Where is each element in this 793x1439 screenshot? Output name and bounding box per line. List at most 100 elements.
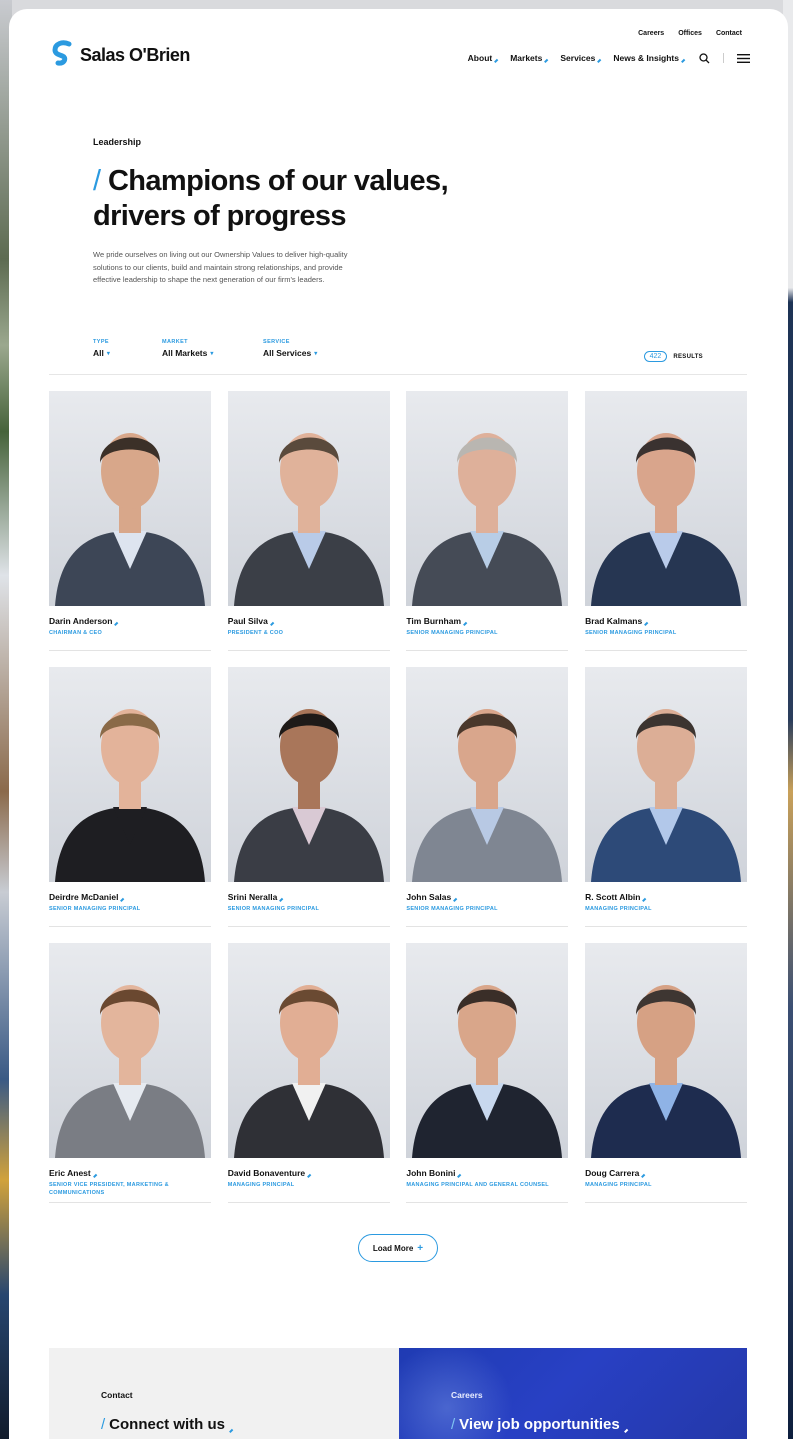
person-name: Deirdre McDaniel xyxy=(49,892,211,902)
caret-down-icon: ▾ xyxy=(314,350,318,357)
utility-link-contact[interactable]: Contact xyxy=(716,30,742,37)
person-photo xyxy=(585,667,748,882)
person-card[interactable]: Eric Anest Senior Vice President, Marketi… xyxy=(49,943,211,1203)
filter-type[interactable]: TYPE All ▾ xyxy=(93,339,110,358)
page-card: Careers Offices Contact Salas O'Brien Ab… xyxy=(9,9,788,1439)
person-photo xyxy=(227,667,390,882)
person-card[interactable]: Doug Carrera Managing Principal xyxy=(585,943,748,1203)
utility-link-offices[interactable]: Offices xyxy=(678,30,702,37)
person-card[interactable]: David Bonaventure Managing Principal xyxy=(227,943,390,1203)
person-name: Darin Anderson xyxy=(49,616,211,626)
plus-icon: + xyxy=(417,1242,424,1254)
chevron-icon xyxy=(269,621,274,626)
person-title: Senior Managing Principal xyxy=(406,630,498,636)
contact-panel-label: Contact xyxy=(101,1390,133,1400)
person-photo xyxy=(49,391,211,606)
person-card[interactable]: Tim Burnham Senior Managing Principal xyxy=(406,391,569,651)
person-name: R. Scott Albin xyxy=(585,892,747,902)
nav-item-label: About xyxy=(467,53,493,63)
chevron-down-icon xyxy=(494,58,499,63)
load-more-label: Load More xyxy=(372,1243,414,1253)
person-name-text: Deirdre McDaniel xyxy=(49,892,119,902)
person-card[interactable]: R. Scott Albin Managing Principal xyxy=(585,667,748,927)
filter-value-text: All Markets xyxy=(162,348,208,358)
person-photo xyxy=(406,391,569,606)
chevron-icon xyxy=(642,897,647,902)
filter-market[interactable]: MARKET All Markets ▾ xyxy=(162,339,213,358)
person-name: Eric Anest xyxy=(49,1168,211,1178)
person-card[interactable]: Deirdre McDaniel Senior Managing Principa… xyxy=(49,667,211,927)
person-name: Tim Burnham xyxy=(406,616,568,626)
careers-panel-title-text: View job opportunities xyxy=(459,1416,620,1433)
person-photo xyxy=(406,943,569,1158)
nav-item-label: Services xyxy=(560,53,596,63)
filter-value: All Markets ▾ xyxy=(162,348,213,358)
person-name-text: Tim Burnham xyxy=(406,616,462,626)
caret-down-icon: ▾ xyxy=(210,350,214,357)
person-name-text: Brad Kalmans xyxy=(585,616,643,626)
chevron-icon xyxy=(92,1173,97,1178)
person-name-text: David Bonaventure xyxy=(227,1168,306,1178)
person-name-text: Eric Anest xyxy=(49,1168,91,1178)
filter-value-text: All Services xyxy=(263,348,312,358)
person-card[interactable]: Srini Neralla Senior Managing Principal xyxy=(227,667,390,927)
person-name-text: Paul Silva xyxy=(227,616,268,626)
person-card[interactable]: John Bonini Managing Principal and Genera… xyxy=(406,943,569,1203)
person-card[interactable]: Darin Anderson Chairman & CEO xyxy=(49,391,211,651)
person-card[interactable]: Paul Silva President & COO xyxy=(227,391,390,651)
filter-value-text: All xyxy=(93,348,104,358)
chevron-icon xyxy=(453,897,458,902)
nav-item-label: Markets xyxy=(510,53,543,63)
chevron-icon xyxy=(457,1173,462,1178)
nav-item-markets[interactable]: Markets xyxy=(510,53,549,63)
page-title-text: Champions of our values, drivers of prog… xyxy=(93,165,449,232)
filter-service[interactable]: SERVICE All Services ▾ xyxy=(263,339,317,358)
main-nav: About Markets Services News & Insights xyxy=(468,51,750,65)
person-name: Srini Neralla xyxy=(228,892,390,902)
chevron-down-icon xyxy=(681,58,685,63)
contact-panel[interactable]: Contact / Connect with us xyxy=(49,1348,399,1439)
person-title: Managing Principal xyxy=(585,906,652,912)
careers-panel[interactable]: Careers / View job opportunities xyxy=(399,1348,747,1439)
chevron-icon xyxy=(644,621,649,626)
chevron-icon xyxy=(114,621,119,626)
load-more-button[interactable]: Load More + xyxy=(358,1234,438,1262)
filter-value: All ▾ xyxy=(93,348,110,358)
person-photo xyxy=(49,667,211,882)
chevron-down-icon xyxy=(544,58,549,63)
filter-divider xyxy=(49,374,747,375)
person-name: John Salas xyxy=(406,892,568,902)
utility-link-careers[interactable]: Careers xyxy=(638,30,664,37)
person-title: Senior Managing Principal xyxy=(585,630,677,636)
search-icon[interactable] xyxy=(697,51,711,65)
careers-panel-title: / View job opportunities xyxy=(451,1416,628,1433)
nav-item-label: News & Insights xyxy=(613,53,679,63)
person-photo xyxy=(585,943,748,1158)
person-title: Senior Managing Principal xyxy=(227,906,320,912)
chevron-icon xyxy=(229,1428,233,1433)
filter-label: SERVICE xyxy=(263,339,290,345)
contact-panel-title-text: Connect with us xyxy=(109,1416,226,1433)
menu-icon[interactable] xyxy=(736,51,750,65)
nav-item-services[interactable]: Services xyxy=(560,53,602,63)
logo-text: Salas O'Brien xyxy=(80,44,190,65)
chevron-icon xyxy=(463,621,467,626)
nav-item-about[interactable]: About xyxy=(468,53,499,63)
person-name-text: John Bonini xyxy=(406,1168,456,1178)
person-name: Doug Carrera xyxy=(585,1168,747,1178)
person-name: John Bonini xyxy=(406,1168,568,1178)
slash-accent-icon: / xyxy=(451,1416,456,1433)
people-grid: Darin Anderson Chairman & CEO Paul Silva Pr… xyxy=(49,391,748,1203)
person-name-text: Srini Neralla xyxy=(227,892,278,902)
person-photo xyxy=(406,667,569,882)
logo-mark-icon xyxy=(52,40,72,66)
chevron-icon xyxy=(623,1428,628,1433)
nav-item-news-insights[interactable]: News & Insights xyxy=(613,53,685,63)
chevron-icon xyxy=(307,1173,312,1178)
person-photo xyxy=(227,943,390,1158)
slash-accent-icon: / xyxy=(101,1416,106,1433)
person-photo xyxy=(49,943,211,1158)
logo[interactable]: Salas O'Brien xyxy=(52,40,190,70)
person-card[interactable]: Brad Kalmans Senior Managing Principal xyxy=(585,391,748,651)
person-card[interactable]: John Salas Senior Managing Principal xyxy=(406,667,569,927)
